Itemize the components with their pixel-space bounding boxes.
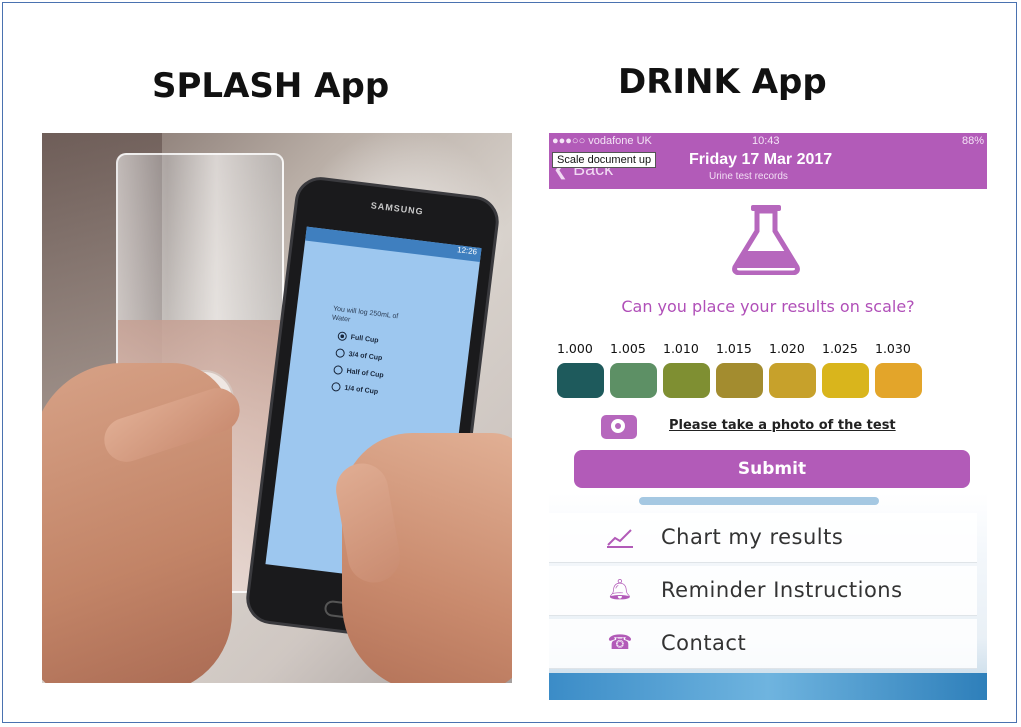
scale-swatch-1020[interactable] — [769, 363, 816, 398]
splash-app-heading: SPLASH App — [152, 66, 390, 106]
scale-swatch-1000[interactable] — [557, 363, 604, 398]
menu-item-reminder[interactable]: 🔔︎ Reminder Instructions — [549, 566, 977, 616]
radio-icon — [333, 364, 344, 376]
camera-icon[interactable] — [601, 415, 637, 439]
carrier-label: ●●●○○ vodafone UK — [552, 135, 652, 147]
scale-value: 1.000 — [557, 341, 593, 356]
scale-value: 1.025 — [822, 341, 858, 356]
battery-label: 88% — [961, 135, 984, 147]
scale-value: 1.015 — [716, 341, 752, 356]
menu-label: Reminder Instructions — [661, 578, 903, 602]
scale-value: 1.010 — [663, 341, 699, 356]
page-subtitle: Urine test records — [709, 171, 788, 182]
phone-icon: ☎ — [607, 632, 633, 654]
water-wave — [549, 673, 987, 700]
water-splash — [639, 497, 879, 505]
scale-value: 1.030 — [875, 341, 911, 356]
flask-icon — [732, 205, 800, 275]
phone-brand: SAMSUNG — [370, 200, 425, 217]
scale-tooltip: Scale document up — [552, 152, 657, 168]
scale-swatch-1025[interactable] — [822, 363, 869, 398]
menu-item-contact[interactable]: ☎ Contact — [549, 619, 977, 669]
scale-swatch-1005[interactable] — [610, 363, 657, 398]
scale-swatch-1010[interactable] — [663, 363, 710, 398]
radio-icon — [331, 381, 342, 392]
bell-icon: 🔔︎ — [607, 579, 633, 601]
radio-icon — [337, 331, 348, 342]
take-photo-link[interactable]: Please take a photo of the test — [669, 418, 896, 433]
ios-status-bar: ●●●○○ vodafone UK 10:43 88% — [552, 135, 984, 147]
header-bar: ●●●○○ vodafone UK 10:43 88% ❮ Back Scale… — [549, 133, 987, 189]
phone-status-bar: 12:26 — [305, 226, 482, 262]
scale-value: 1.020 — [769, 341, 805, 356]
chart-icon — [605, 525, 635, 549]
scale-question: Can you place your results on scale? — [621, 297, 915, 316]
drink-app-heading: DRINK App — [618, 62, 827, 102]
phone-message: You will log 250mL of Water — [331, 305, 399, 324]
photo-row: Please take a photo of the test — [601, 413, 961, 441]
scale-value: 1.005 — [610, 341, 646, 356]
menu-item-chart[interactable]: Chart my results — [549, 513, 977, 563]
drink-app-screenshot: ●●●○○ vodafone UK 10:43 88% ❮ Back Scale… — [549, 133, 987, 700]
menu-label: Contact — [661, 631, 747, 655]
splash-app-photo: SAMSUNG 12:26 You will log 250mL of Wate… — [42, 133, 512, 683]
clock-label: 10:43 — [752, 135, 780, 147]
scale-swatch-1015[interactable] — [716, 363, 763, 398]
scale-swatch-1030[interactable] — [875, 363, 922, 398]
submit-button[interactable]: Submit — [574, 450, 970, 488]
menu-label: Chart my results — [661, 525, 844, 549]
page-title: Friday 17 Mar 2017 — [689, 151, 833, 168]
radio-icon — [335, 348, 346, 359]
